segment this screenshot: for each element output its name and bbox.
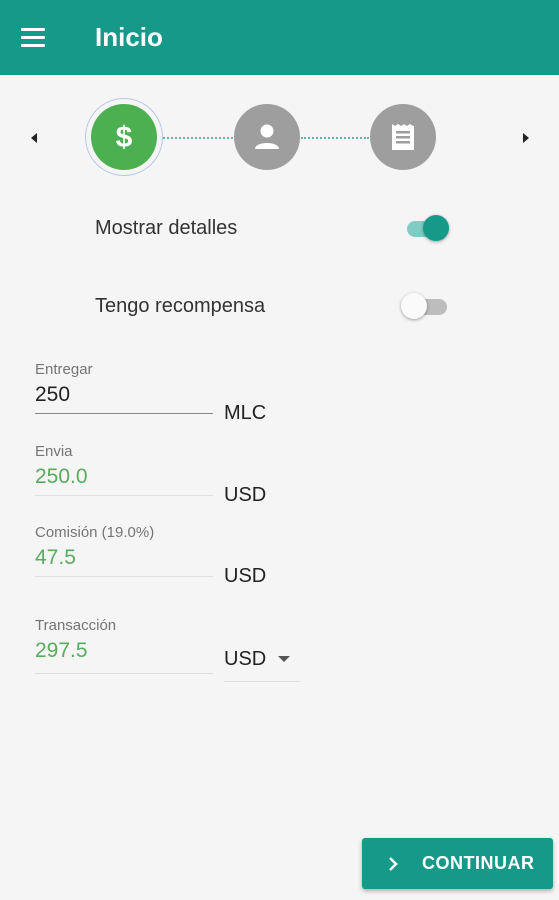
details-switch[interactable] [401, 215, 451, 241]
reward-toggle-label: Tengo recompensa [95, 295, 266, 317]
entregar-label: Entregar [35, 361, 93, 378]
envia-unit: USD [224, 484, 267, 506]
step-connector [163, 137, 233, 139]
step-receipt[interactable] [370, 104, 436, 170]
transaccion-label: Transacción [35, 617, 117, 634]
app-bar: Inicio [0, 0, 559, 75]
continue-button[interactable]: CONTINUAR [362, 838, 553, 889]
chevron-right-icon [389, 856, 398, 871]
reward-toggle-row: Tengo recompensa [95, 291, 455, 321]
step-recipient[interactable] [234, 104, 300, 170]
currency-select[interactable]: USD [224, 646, 300, 682]
comision-unit: USD [224, 565, 267, 587]
continue-label: CONTINUAR [422, 853, 535, 873]
envia-field: Envia 250.0 [35, 443, 213, 496]
envia-value: 250.0 [35, 465, 88, 488]
menu-icon[interactable] [18, 26, 48, 48]
currency-select-value: USD [224, 648, 267, 670]
receipt-icon [392, 124, 414, 150]
entregar-input[interactable]: 250 [35, 383, 213, 413]
transaccion-value: 297.5 [35, 639, 88, 662]
transaccion-field: Transacción 297.5 [35, 617, 213, 674]
entregar-unit: MLC [224, 402, 267, 424]
arrow-right-icon[interactable] [518, 130, 534, 146]
page-title: Inicio [95, 22, 163, 52]
step-amount[interactable]: $ [91, 104, 157, 170]
dropdown-caret-icon [278, 656, 290, 662]
envia-label: Envia [35, 443, 73, 460]
comision-field: Comisión (19.0%) 47.5 [35, 524, 213, 577]
reward-switch[interactable] [401, 293, 451, 319]
arrow-left-icon[interactable] [26, 130, 42, 146]
details-toggle-row: Mostrar detalles [95, 213, 455, 243]
person-icon [255, 124, 279, 149]
step-connector [301, 137, 369, 139]
comision-value: 47.5 [35, 546, 76, 569]
dollar-icon: $ [116, 121, 133, 154]
svg-text:$: $ [116, 121, 133, 154]
details-toggle-label: Mostrar detalles [95, 217, 238, 239]
entregar-field[interactable]: Entregar 250 [35, 361, 213, 414]
comision-label: Comisión (19.0%) [35, 524, 155, 541]
